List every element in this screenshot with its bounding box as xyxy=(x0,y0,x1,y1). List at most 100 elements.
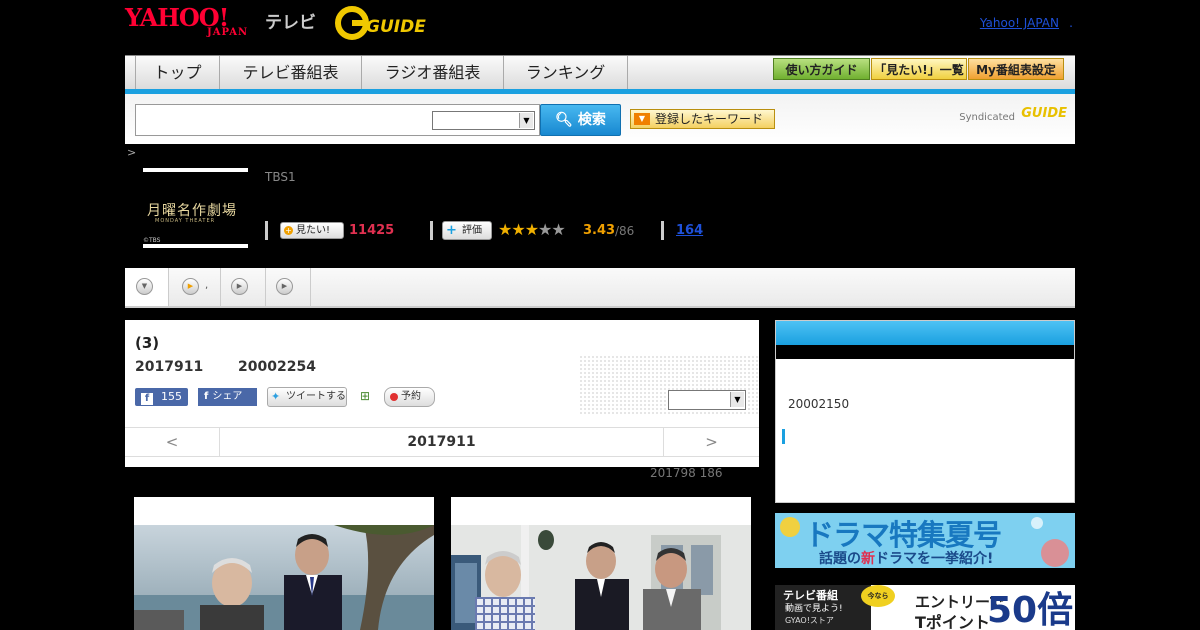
record-dot-icon xyxy=(390,393,398,401)
mitai-list-button[interactable]: 「見たい!」一覧 xyxy=(871,58,967,80)
program-thumbnail[interactable]: 月曜名作劇場 MONDAY THEATER ©TBS xyxy=(143,168,248,248)
sidebar-list-marker xyxy=(782,429,785,444)
episode-photo-1-image xyxy=(134,525,434,630)
facebook-share-button[interactable]: f シェア xyxy=(198,388,257,406)
chevron-down-icon: ▼ xyxy=(519,113,533,128)
episode-air-date: 2017911 xyxy=(135,359,204,375)
page: YAHOO! JAPAN テレビ GUIDE Yahoo! JAPAN . トッ… xyxy=(0,0,1200,630)
episode-code: 20002254 xyxy=(238,359,316,375)
plus-icon: + xyxy=(446,223,457,238)
gguide-logo[interactable]: GUIDE xyxy=(335,6,435,40)
sidebar-info-box: 20002150 xyxy=(775,320,1075,503)
rating-count: /86 xyxy=(615,224,635,238)
search-button-label: 検索 xyxy=(577,112,606,128)
yahoo-japan-link[interactable]: Yahoo! JAPAN xyxy=(980,16,1059,30)
drama-banner-subtitle: 話題の新ドラマを一挙紹介! xyxy=(819,551,994,567)
gyao-banner-line3: GYAO!ストア xyxy=(785,616,834,625)
star-empty-icon: ★ xyxy=(538,220,552,239)
main-nav: トップ テレビ番組表 ラジオ番組表 ランキング 使い方ガイド 「見たい!」一覧 … xyxy=(125,55,1075,90)
episode-photo-2-image xyxy=(451,525,751,630)
nav-item-tv-schedule[interactable]: テレビ番組表 xyxy=(220,56,362,90)
drama-special-banner[interactable]: ドラマ特集夏号 話題の新ドラマを一挙紹介! xyxy=(775,513,1075,568)
tab-episodes-label: , xyxy=(205,280,209,291)
nav-item-radio-schedule[interactable]: ラジオ番組表 xyxy=(362,56,504,90)
search-bar: ▼ 🔍︎ 検索 ▼ 登録したキーワード Syndicated GUIDE xyxy=(125,94,1075,144)
reserve-button-label: 予約 xyxy=(401,391,421,402)
facebook-icon: f xyxy=(204,391,209,402)
mitai-button[interactable]: + 見たい! xyxy=(280,222,344,239)
sidebar-episode-code[interactable]: 20002150 xyxy=(788,397,849,411)
stat-divider xyxy=(661,221,664,240)
next-episode-button[interactable]: > xyxy=(663,428,759,456)
plus-icon: + xyxy=(284,226,293,235)
svg-text:GUIDE: GUIDE xyxy=(366,17,426,37)
tab-overview[interactable]: ▼ xyxy=(125,268,169,306)
star-rating: ★★★★★ xyxy=(498,220,566,239)
add-to-list-icon[interactable]: ⊞ xyxy=(357,388,373,404)
mitai-button-label: 見たい! xyxy=(296,225,331,236)
play-icon: ▶ xyxy=(231,278,248,295)
program-tabs: ▼ ▶ , ▶ ▶ xyxy=(125,268,1075,308)
sidebar-box-header xyxy=(776,321,1074,345)
gyao-banner-line2: 動画で見よう! xyxy=(785,604,843,614)
program-thumbnail-copyright: ©TBS xyxy=(143,237,161,244)
episode-photo-2[interactable] xyxy=(451,497,751,630)
review-count-link[interactable]: 164 xyxy=(676,223,703,238)
tab-episodes[interactable]: ▶ , xyxy=(169,268,221,306)
gyao-banner-left: テレビ番組 動画で見よう! GYAO!ストア xyxy=(775,585,871,630)
gyao-tpoint-banner[interactable]: テレビ番組 動画で見よう! GYAO!ストア 今なら エントリーで Tポイント … xyxy=(775,585,1075,630)
rating-score: 3.43 xyxy=(583,223,616,238)
previous-episode-button[interactable]: < xyxy=(125,428,220,456)
chevron-down-icon: ▼ xyxy=(730,392,744,407)
yahoo-japan-logo-text: JAPAN xyxy=(207,27,249,38)
episode-meta: 201798 186 xyxy=(650,466,723,480)
header-link-separator: . xyxy=(1069,16,1073,30)
tweet-button[interactable]: ✦ ツイートする xyxy=(267,387,347,407)
episode-panel: (3) 2017911 20002254 f 155 f シェア ✦ ツイートする … xyxy=(125,320,759,467)
header: YAHOO! JAPAN テレビ GUIDE Yahoo! JAPAN . xyxy=(125,0,1075,50)
star-empty-icon: ★ xyxy=(551,220,565,239)
nav-item-ranking[interactable]: ランキング xyxy=(504,56,628,90)
facebook-like-count: 155 xyxy=(161,390,182,403)
channel-name: TBS1 xyxy=(265,170,296,184)
usage-guide-button[interactable]: 使い方ガイド xyxy=(773,58,870,80)
facebook-icon: f xyxy=(141,393,153,405)
program-thumbnail-title: 月曜名作劇場 xyxy=(147,203,237,219)
stat-divider xyxy=(265,221,268,240)
registered-keywords-button[interactable]: ▼ 登録したキーワード xyxy=(630,109,775,129)
episode-select[interactable]: ▼ xyxy=(668,390,746,410)
breadcrumb[interactable]: > xyxy=(127,146,136,159)
nav-item-top[interactable]: トップ xyxy=(135,56,220,90)
rate-button-label: 評価 xyxy=(462,225,482,236)
star-filled-icon: ★ xyxy=(511,220,525,239)
current-episode-date: 2017911 xyxy=(407,434,476,450)
search-category-select[interactable]: ▼ xyxy=(432,111,535,130)
tab-reviews[interactable]: ▶ xyxy=(266,268,311,306)
program-thumbnail-subtitle: MONDAY THEATER xyxy=(155,218,216,224)
episode-title: (3) xyxy=(135,334,160,352)
gyao-banner-tpoint: Tポイント xyxy=(915,613,990,630)
star-filled-icon: ★ xyxy=(524,220,539,239)
episode-photo-1[interactable] xyxy=(134,497,434,630)
star-filled-icon: ★ xyxy=(498,220,512,239)
syndicated-label: Syndicated xyxy=(959,112,1015,123)
tweet-button-label: ツイートする xyxy=(286,391,346,402)
facebook-share-label: シェア xyxy=(212,391,243,402)
reserve-button[interactable]: 予約 xyxy=(384,387,435,407)
registered-keywords-label: 登録したキーワード xyxy=(655,112,764,126)
sidebar-box-band xyxy=(776,345,1074,359)
my-schedule-settings-button[interactable]: My番組表設定 xyxy=(968,58,1064,80)
play-icon: ▶ xyxy=(182,278,199,295)
facebook-like-button[interactable]: f 155 xyxy=(135,388,188,406)
stat-divider xyxy=(430,221,433,240)
chevron-down-icon: ▼ xyxy=(136,278,153,295)
search-icon: 🔍︎ xyxy=(555,112,573,128)
syndicated-gguide-logo: GUIDE xyxy=(1021,106,1067,121)
mitai-count: 11425 xyxy=(349,223,395,238)
tab-cast[interactable]: ▶ xyxy=(221,268,266,306)
gyao-banner-multiplier: 50倍 xyxy=(987,590,1074,630)
rate-button[interactable]: + 評価 xyxy=(442,221,492,240)
play-icon: ▶ xyxy=(276,278,293,295)
tv-logo-text[interactable]: テレビ xyxy=(265,8,316,33)
search-button[interactable]: 🔍︎ 検索 xyxy=(540,104,621,136)
